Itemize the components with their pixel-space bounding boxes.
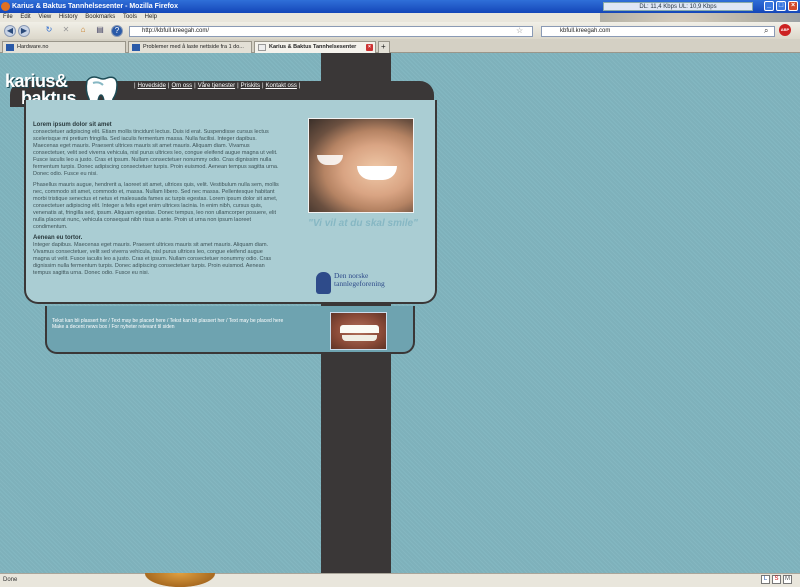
bookmark-star-icon[interactable]: ☆ (516, 26, 523, 35)
nav-priskits[interactable]: Priskits (241, 83, 260, 89)
new-tab-button[interactable]: + (378, 41, 390, 53)
menu-help[interactable]: Help (145, 14, 157, 20)
nav-kontakt[interactable]: Kontakt oss (266, 83, 297, 89)
smiling-people-photo (308, 118, 414, 213)
tab-label: Karius & Baktus Tannhelsesenter (269, 44, 357, 50)
upper-teeth (340, 325, 379, 333)
menu-edit[interactable]: Edit (20, 14, 30, 20)
window-titlebar: Karius & Baktus Tannhelsesenter - Mozill… (0, 0, 800, 13)
home-icon[interactable]: ⌂ (77, 25, 89, 37)
search-icon[interactable]: ⌕ (764, 26, 768, 36)
nav-om-oss[interactable]: Om oss (171, 83, 192, 89)
print-icon[interactable]: ▤ (94, 25, 106, 37)
section-heading: Aenean eu tortor. (33, 235, 83, 241)
article-column: Lorem ipsum dolor sit amet consectetuer … (33, 122, 280, 281)
menu-bookmarks[interactable]: Bookmarks (85, 14, 115, 20)
menu-tools[interactable]: Tools (123, 14, 137, 20)
nav-hovedside[interactable]: Hovedside (138, 83, 166, 89)
menu-view[interactable]: View (38, 14, 51, 20)
teeth-photo (330, 312, 387, 350)
tab-label: Hardware.no (17, 44, 49, 50)
hardware-favicon-icon (132, 44, 140, 51)
status-bar: Done (0, 573, 800, 587)
main-content-panel: Lorem ipsum dolor sit amet consectetuer … (24, 100, 437, 304)
hardware-favicon-icon (6, 44, 14, 51)
status-text: Done (3, 577, 18, 583)
maximize-button[interactable]: □ (776, 1, 786, 11)
reload-icon[interactable]: ↻ (43, 25, 55, 37)
close-tab-icon[interactable]: × (366, 44, 373, 51)
slogan: "Vi vil at du skal smile" (308, 218, 418, 229)
minimize-button[interactable]: _ (764, 1, 774, 11)
forward-icon[interactable]: ▶ (18, 25, 30, 37)
tab-bar: Hardware.no Problemer med å laste nettsi… (0, 39, 800, 53)
status-addon-icon[interactable]: S (772, 575, 781, 584)
smile-teeth (317, 155, 343, 165)
addon-icon[interactable]: ? (111, 25, 123, 37)
persona-background-bottom (145, 573, 215, 587)
section-body: consectetuer adipiscing elit. Etiam moll… (33, 129, 279, 177)
status-addon-icon[interactable]: M (783, 575, 792, 584)
page-favicon-icon (258, 44, 266, 51)
tab-label: Problemer med å laste nettside fra 1 do.… (143, 44, 244, 50)
section-body: Integer dapibus. Maecenas eget mauris. P… (33, 242, 272, 276)
tab-problemer[interactable]: Problemer med å laste nettside fra 1 do.… (128, 41, 252, 53)
net-meter: DL: 11,4 Kbps UL: 10,9 Kbps (603, 2, 753, 11)
adblock-icon[interactable]: ABP (779, 24, 791, 36)
search-input[interactable]: kbfull.kreegah.com (541, 26, 775, 37)
window-title: Karius & Baktus Tannhelsesenter - Mozill… (12, 3, 178, 10)
menu-file[interactable]: File (3, 14, 13, 20)
firefox-icon (1, 2, 10, 11)
tab-hardware[interactable]: Hardware.no (2, 41, 126, 53)
section-body: Phasellus mauris augue, hendrerit a, lao… (33, 182, 279, 230)
menu-history[interactable]: History (59, 14, 78, 20)
nto-line-2: tannlegeforening (334, 279, 385, 288)
back-icon[interactable]: ◀ (4, 25, 16, 37)
nto-logo[interactable]: Den norske tannlegeforening (316, 270, 416, 298)
lower-teeth (342, 335, 377, 341)
close-window-button[interactable]: × (788, 1, 798, 11)
site-nav: | Hovedside | Om oss | Våre tjenester | Priskit… (134, 83, 301, 89)
footer-line-2: Make a decent news box / For nyheter rel… (52, 324, 175, 330)
news-footer-box: Tekst kan bli plassert her / Text may be… (45, 306, 415, 354)
tab-karius-baktus[interactable]: Karius & Baktus Tannhelsesenter × (254, 41, 376, 53)
status-addon-icon[interactable]: L (761, 575, 770, 584)
smile-teeth (357, 166, 397, 180)
section-heading: Lorem ipsum dolor sit amet (33, 122, 112, 128)
nto-seal-icon (316, 272, 331, 294)
stop-icon[interactable]: ✕ (60, 25, 72, 37)
nav-tjenester[interactable]: Våre tjenester (198, 83, 235, 89)
nto-name: Den norske tannlegeforening (334, 272, 385, 288)
page-viewport: karius& baktus | Hovedside | Om oss | Våre tj… (0, 53, 800, 573)
url-input[interactable]: http://kbfull.kreegah.com/ (129, 26, 533, 37)
footer-text: Tekst kan bli plassert her / Text may be… (52, 318, 283, 330)
